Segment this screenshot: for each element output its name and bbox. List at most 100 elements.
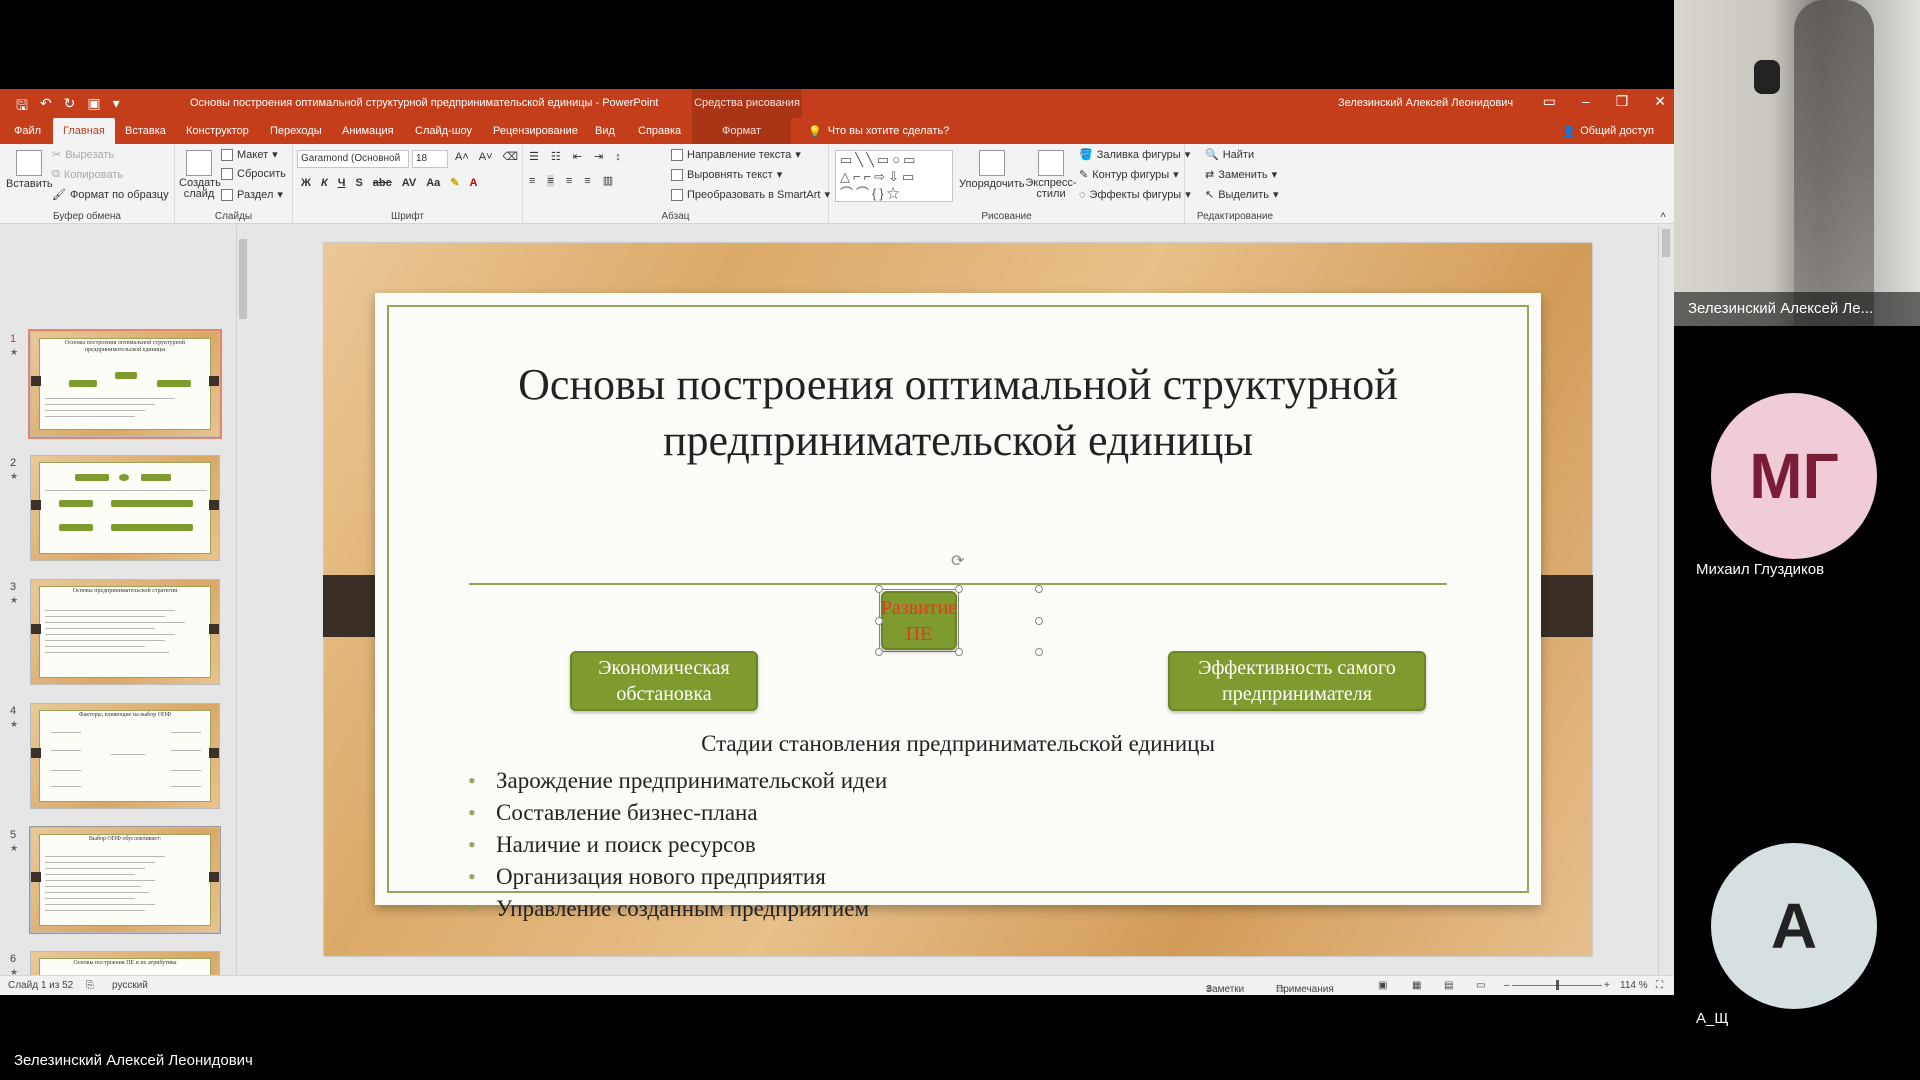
layout-button[interactable]: Макет ▾ xyxy=(221,148,278,161)
shape-fill-button[interactable]: 🪣 Заливка фигуры ▾ xyxy=(1079,148,1190,162)
shape-outline-button[interactable]: ✎ Контур фигуры ▾ xyxy=(1079,168,1179,182)
resize-handle[interactable] xyxy=(955,648,963,656)
underline-icon[interactable]: Ч xyxy=(338,177,346,189)
redo-icon[interactable]: ↻ xyxy=(64,95,76,119)
text-direction-button[interactable]: Направление текста ▾ xyxy=(671,148,801,161)
spacing-icon[interactable]: AV xyxy=(402,177,416,189)
tab-home[interactable]: Главная xyxy=(53,118,115,144)
tab-design[interactable]: Конструктор xyxy=(176,118,259,144)
resize-handle[interactable] xyxy=(1035,585,1043,593)
restore-icon[interactable]: ❐ xyxy=(1616,93,1629,110)
slide-sorter-icon[interactable]: ▦ xyxy=(1412,980,1421,991)
bold-icon[interactable]: Ж xyxy=(301,177,311,189)
copy-button[interactable]: ⧉ Копировать xyxy=(52,168,123,181)
bullet-list[interactable]: • Зарождение предпринимательской идеи • Со… xyxy=(468,765,887,925)
shapes-gallery[interactable]: ▭╲╲▭○▭ △⌐⌐⇨⇩▭ ⌒⌒{}☆ xyxy=(835,150,953,202)
align-left-icon[interactable]: ≡ xyxy=(529,175,535,187)
grow-font-icon[interactable]: A˄ xyxy=(455,151,469,163)
tab-file[interactable]: Файл xyxy=(4,118,51,144)
share-button[interactable]: 👤 Общий доступ xyxy=(1562,125,1654,138)
resize-handle[interactable] xyxy=(955,585,963,593)
find-button[interactable]: 🔍 Найти xyxy=(1205,148,1254,162)
paste-button[interactable]: Вставить xyxy=(6,150,53,190)
zoom-slider-knob[interactable] xyxy=(1556,980,1559,990)
zoom-level[interactable]: 114 % xyxy=(1620,980,1648,991)
customize-qat-icon[interactable]: ▾ xyxy=(113,95,120,119)
reading-view-icon[interactable]: ▤ xyxy=(1444,980,1453,991)
fit-slide-icon[interactable]: ⛶ xyxy=(1656,980,1663,991)
resize-handle[interactable] xyxy=(875,617,883,625)
left-box-economy[interactable]: Экономическая обстановка xyxy=(570,651,758,711)
thumbnail-4[interactable]: 4 ★ Факторы, влияющие на выбор ОПФ xyxy=(0,703,240,813)
reset-button[interactable]: Сбросить xyxy=(221,168,286,180)
thumbnails-scrollbar[interactable] xyxy=(236,225,248,975)
new-slide-button[interactable]: Создать слайд xyxy=(179,150,221,200)
thumbnail-5[interactable]: 5 ★ Выбор ОПФ обусловливает: xyxy=(0,826,240,937)
tab-slideshow[interactable]: Слайд-шоу xyxy=(405,118,482,144)
normal-view-icon[interactable]: ▣ xyxy=(1378,980,1387,991)
resize-handle[interactable] xyxy=(1035,617,1043,625)
tab-insert[interactable]: Вставка xyxy=(115,118,176,144)
spellcheck-icon[interactable]: ⎘ xyxy=(86,980,94,991)
increase-indent-icon[interactable]: ⇥ xyxy=(594,150,603,163)
save-icon[interactable]: 🖫 xyxy=(16,95,28,119)
section-button[interactable]: Раздел ▾ xyxy=(221,188,283,201)
arrange-button[interactable]: Упорядочить xyxy=(959,150,1024,190)
italic-icon[interactable]: К xyxy=(321,177,328,189)
tab-format[interactable]: Формат xyxy=(692,118,792,144)
center-box-development[interactable]: Развитие ПЕ xyxy=(881,591,957,650)
strikethrough-icon[interactable]: abc xyxy=(373,177,392,189)
smartart-button[interactable]: Преобразовать в SmartArt ▾ xyxy=(671,188,830,201)
decrease-indent-icon[interactable]: ⇤ xyxy=(573,150,582,163)
undo-icon[interactable]: ↶ xyxy=(40,95,52,119)
collapse-ribbon-icon[interactable]: ˄ xyxy=(1660,210,1666,221)
tab-view[interactable]: Вид xyxy=(585,118,625,144)
quick-styles-button[interactable]: Экспресс-стили xyxy=(1025,150,1077,200)
language-indicator[interactable]: русский xyxy=(112,980,148,991)
account-name[interactable]: Зелезинский Алексей Леонидович xyxy=(1338,97,1513,109)
tab-help[interactable]: Справка xyxy=(628,118,691,144)
zoom-out-icon[interactable]: – xyxy=(1504,980,1510,991)
shadow-icon[interactable]: S xyxy=(355,177,362,189)
numbering-icon[interactable]: ☷ xyxy=(551,150,561,163)
font-size-combo[interactable]: 18 xyxy=(412,150,448,168)
slide-title[interactable]: Основы построения оптимальной структурно… xyxy=(384,357,1532,469)
justify-icon[interactable]: ≡ xyxy=(584,175,590,187)
resize-handle[interactable] xyxy=(1035,648,1043,656)
minimize-icon[interactable]: – xyxy=(1582,93,1590,110)
tell-me-box[interactable]: 💡 Что вы хотите сделать? xyxy=(808,125,949,138)
thumbnail-2[interactable]: 2 ★ xyxy=(0,455,240,565)
resize-handle[interactable] xyxy=(875,585,883,593)
highlight-icon[interactable]: ✎ xyxy=(450,176,459,189)
bullets-icon[interactable]: ☰ xyxy=(529,150,539,163)
align-right-icon[interactable]: ≡ xyxy=(566,175,572,187)
clear-format-icon[interactable]: ⌫ xyxy=(503,150,519,163)
columns-icon[interactable]: ▥ xyxy=(603,174,613,187)
format-painter-button[interactable]: 🖌 Формат по образцу xyxy=(52,188,169,202)
shape-effects-button[interactable]: ◌ Эффекты фигуры ▾ xyxy=(1079,188,1191,202)
tab-review[interactable]: Рецензирование xyxy=(483,118,588,144)
rotate-handle-icon[interactable]: ⟳ xyxy=(951,551,964,571)
cut-button[interactable]: ✂ Вырезать xyxy=(52,148,114,162)
slide-subtitle[interactable]: Стадии становления предпринимательской е… xyxy=(324,731,1592,757)
case-icon[interactable]: Aa xyxy=(426,177,440,189)
tab-transitions[interactable]: Переходы xyxy=(260,118,332,144)
font-name-combo[interactable]: Garamond (Основной xyxy=(297,150,409,168)
scrollbar-thumb[interactable] xyxy=(1662,229,1670,257)
right-box-effectiveness[interactable]: Эффективность самого предпринимателя xyxy=(1168,651,1426,711)
tab-animations[interactable]: Анимация xyxy=(332,118,404,144)
zoom-in-icon[interactable]: + xyxy=(1604,980,1610,991)
align-center-icon[interactable]: ≡ xyxy=(547,174,554,187)
select-button[interactable]: ↖ Выделить ▾ xyxy=(1205,188,1279,202)
font-color-icon[interactable]: A xyxy=(470,177,478,189)
resize-handle[interactable] xyxy=(875,648,883,656)
ribbon-display-icon[interactable]: ▭ xyxy=(1543,93,1556,110)
scrollbar-thumb[interactable] xyxy=(239,239,247,319)
start-slideshow-icon[interactable]: ▣ xyxy=(87,95,100,119)
thumbnail-1[interactable]: 1 ★ Основы построения оптимальной структ… xyxy=(0,329,240,441)
replace-button[interactable]: ⇄ Заменить ▾ xyxy=(1205,168,1277,182)
close-icon[interactable]: ✕ xyxy=(1654,93,1666,110)
align-text-button[interactable]: Выровнять текст ▾ xyxy=(671,168,782,181)
slideshow-view-icon[interactable]: ▭ xyxy=(1476,980,1485,991)
slide-scrollbar[interactable] xyxy=(1658,225,1672,975)
